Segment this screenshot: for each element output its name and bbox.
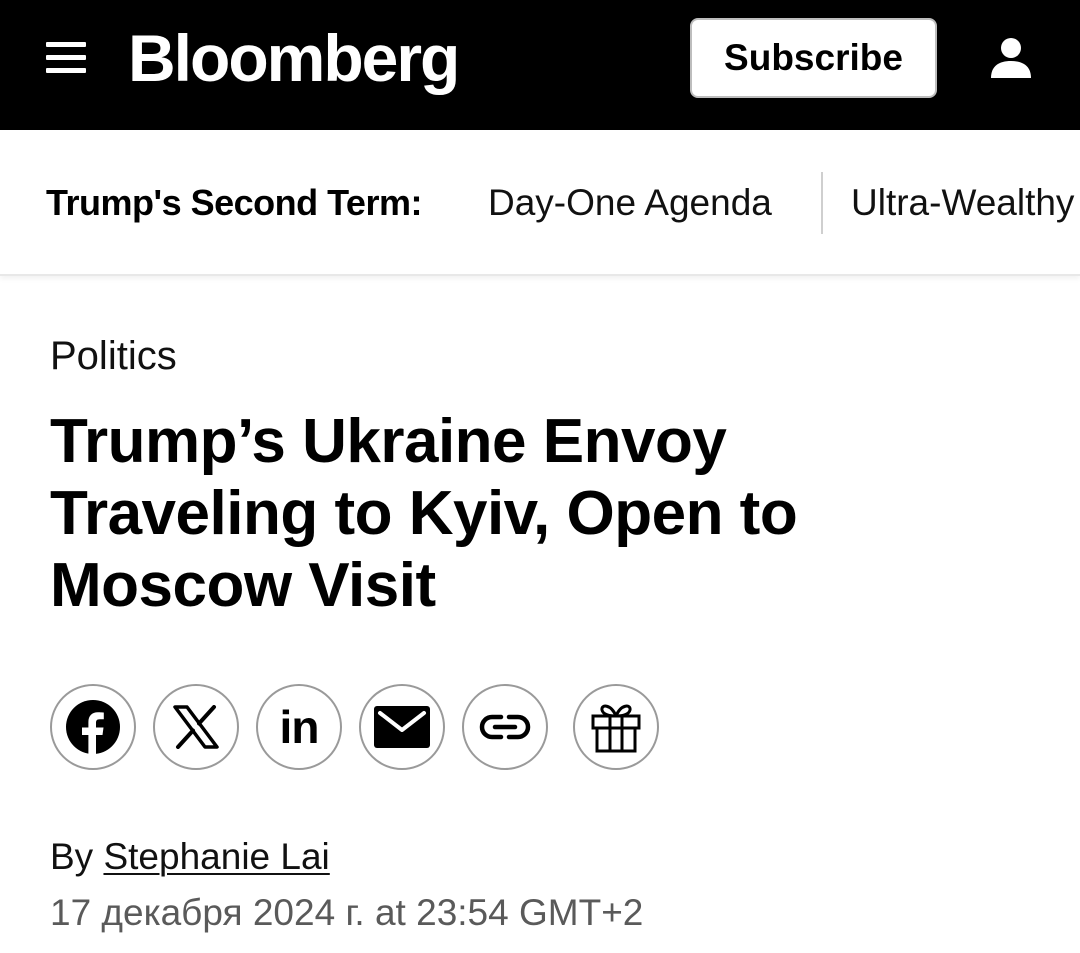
share-x-button[interactable] <box>153 684 239 770</box>
menu-line <box>46 68 86 73</box>
topic-nav-label: Trump's Second Term: <box>46 182 422 223</box>
topic-link-ultra-wealthy[interactable]: Ultra-Wealthy <box>851 182 1074 224</box>
top-bar: Bloomberg Subscribe <box>0 0 1080 130</box>
share-facebook-button[interactable] <box>50 684 136 770</box>
menu-icon[interactable] <box>46 40 86 76</box>
publish-date: 17 декабря 2024 г. at 23:54 GMT+2 <box>50 892 644 933</box>
x-icon <box>172 705 220 749</box>
user-icon[interactable] <box>988 36 1034 80</box>
menu-line <box>46 42 86 47</box>
topic-nav: Trump's Second Term: Day-One Agenda Ultr… <box>0 130 1080 276</box>
article-headline: Trump’s Ukraine Envoy Traveling to Kyiv,… <box>50 407 798 620</box>
copy-link-button[interactable] <box>462 684 548 770</box>
link-icon <box>479 713 531 741</box>
subscribe-button[interactable]: Subscribe <box>690 18 937 98</box>
linkedin-icon: in <box>279 701 320 753</box>
byline: By Stephanie Lai <box>50 836 330 878</box>
author-link[interactable]: Stephanie Lai <box>103 836 329 877</box>
section-kicker[interactable]: Politics <box>50 334 177 379</box>
menu-line <box>46 55 86 60</box>
topic-link-day-one-agenda[interactable]: Day-One Agenda <box>488 182 772 224</box>
facebook-icon <box>65 699 121 755</box>
byline-prefix: By <box>50 836 94 877</box>
share-linkedin-button[interactable]: in <box>256 684 342 770</box>
gift-article-button[interactable] <box>573 684 659 770</box>
email-icon <box>374 706 430 748</box>
divider <box>821 172 823 234</box>
gift-icon <box>589 700 643 754</box>
share-email-button[interactable] <box>359 684 445 770</box>
bloomberg-logo[interactable]: Bloomberg <box>128 18 460 98</box>
